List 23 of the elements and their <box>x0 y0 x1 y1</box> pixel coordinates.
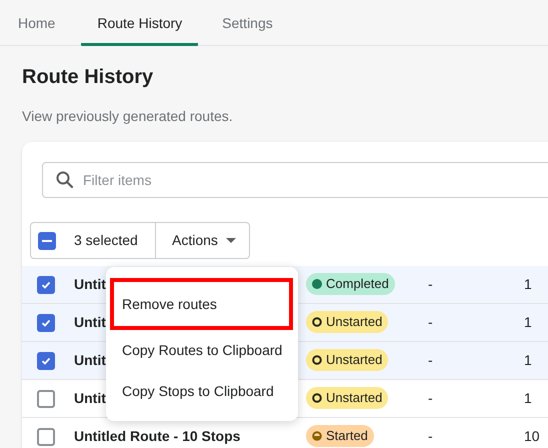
status-badge: Completed <box>306 272 395 294</box>
status-badge: Started <box>306 424 374 446</box>
page-title: Route History <box>22 65 154 90</box>
table-cell-text: 1 <box>524 313 532 332</box>
page-subtitle: View previously generated routes. <box>22 107 234 125</box>
table-cell-text: - <box>428 313 434 332</box>
table-cell-text: 10 <box>524 427 540 446</box>
route-name: Untit <box>74 352 106 368</box>
table-cell-text: 1 <box>524 275 532 294</box>
table-cell-text: - <box>428 389 434 408</box>
route-name: Untit <box>74 276 106 292</box>
table-cell-text: 1 <box>524 389 532 408</box>
status-badge: Unstarted <box>306 310 388 332</box>
table-cell-text: - <box>428 275 434 294</box>
status-badge: Unstarted <box>306 386 388 408</box>
route-name: Untitled Route - 10 Stops <box>74 428 240 444</box>
status-badge: Unstarted <box>306 348 388 370</box>
route-name: Untit <box>74 390 106 406</box>
table-cell-text: - <box>428 351 434 370</box>
route-name: Untit <box>74 314 106 330</box>
table-cell-text: - <box>428 427 434 446</box>
table-cell-text: 1 <box>524 351 532 370</box>
selected-count: 3 selected <box>74 231 138 250</box>
